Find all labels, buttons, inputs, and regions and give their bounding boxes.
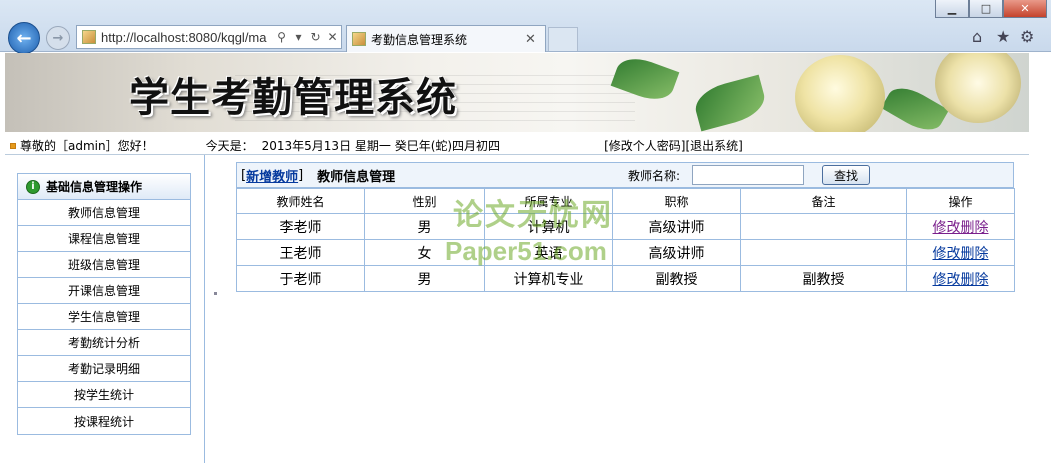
edit-link[interactable]: 修改 [933,220,961,236]
main-content: [ 新增教师 ] 教师信息管理 教师名称: 查找 教师姓名 性别 所属专业 职称… [236,162,1015,292]
arrow-left-icon: ← [16,27,32,49]
column-header: 教师姓名 [236,188,365,214]
bullet-icon [10,142,16,149]
sidebar-item-class-info[interactable]: 班级信息管理 [18,252,190,278]
table-row: 于老师 男 计算机专业 副教授 副教授 修改删除 [236,265,1015,292]
teacher-table: 教师姓名 性别 所属专业 职称 备注 操作 李老师 男 计算机 高级讲师 修改删… [236,188,1015,292]
banner: 学生考勤管理系统 [5,53,1029,132]
delete-link[interactable]: 删除 [961,246,989,262]
sidebar-item-course-offering[interactable]: 开课信息管理 [18,278,190,304]
gear-icon[interactable]: ⚙ [1020,27,1034,46]
search-icon[interactable]: ⚲ [273,30,290,44]
sidebar-header-label: 基础信息管理操作 [46,180,143,194]
toolbar: [ 新增教师 ] 教师信息管理 教师名称: 查找 [236,162,1014,188]
note-cell [740,213,907,240]
dropdown-icon[interactable]: ▾ [290,30,307,44]
search-button[interactable]: 查找 [822,165,870,185]
delete-link[interactable]: 删除 [961,220,989,236]
greeting-text: 尊敬的［admin］您好！ [20,139,154,153]
browser-tab[interactable]: 考勤信息管理系统 ✕ [346,25,546,52]
column-header: 操作 [906,188,1015,214]
major-cell: 计算机 [484,213,613,240]
date-text: 2013年5月13日 星期一 癸巳年(蛇)四月初四 [261,139,501,153]
browser-chrome: ▁ □ ✕ ← → http://localhost:8080/kqgl/ma … [0,0,1051,54]
column-header: 职称 [612,188,741,214]
sidebar-item-attendance-records[interactable]: 考勤记录明细 [18,356,190,382]
sidebar: i 基础信息管理操作 教师信息管理 课程信息管理 班级信息管理 开课信息管理 学… [5,155,205,463]
sidebar-menu: i 基础信息管理操作 教师信息管理 课程信息管理 班级信息管理 开课信息管理 学… [17,173,191,435]
change-password-link[interactable]: [修改个人密码] [604,137,685,154]
logout-link[interactable]: [退出系统] [685,137,742,154]
window-controls: ▁ □ ✕ [935,0,1047,18]
teacher-name-cell: 于老师 [236,265,365,292]
info-bar: 尊敬的［admin］您好！ 今天是： 2013年5月13日 星期一 癸巳年(蛇)… [5,137,1029,155]
add-teacher-link[interactable]: 新增教师 [246,166,298,185]
teacher-name-label: 教师名称: [627,168,680,183]
gender-cell: 男 [364,265,485,292]
major-cell: 英语 [484,239,613,266]
gender-cell: 女 [364,239,485,266]
address-url[interactable]: http://localhost:8080/kqgl/ma [101,30,273,45]
sidebar-item-attendance-stats[interactable]: 考勤统计分析 [18,330,190,356]
sidebar-item-by-student[interactable]: 按学生统计 [18,382,190,408]
forward-button[interactable]: → [46,26,70,50]
table-row: 李老师 男 计算机 高级讲师 修改删除 [236,213,1015,240]
address-bar[interactable]: http://localhost:8080/kqgl/ma ⚲ ▾ ↻ ✕ [76,25,342,49]
note-cell: 副教授 [740,265,907,292]
gender-cell: 男 [364,213,485,240]
column-header: 所属专业 [484,188,613,214]
actions-cell: 修改删除 [906,239,1015,266]
title-cell: 高级讲师 [612,213,741,240]
delete-link[interactable]: 删除 [961,272,989,288]
teacher-name-input[interactable] [692,165,804,185]
column-header: 性别 [364,188,485,214]
tab-title: 考勤信息管理系统 [371,32,468,47]
back-button[interactable]: ← [8,22,40,54]
title-cell: 副教授 [612,265,741,292]
minimize-button[interactable]: ▁ [935,0,969,18]
favicon-icon [82,30,96,44]
tab-close-icon[interactable]: ✕ [525,32,545,47]
actions-cell: 修改删除 [906,213,1015,240]
teacher-name-cell: 王老师 [236,239,365,266]
sidebar-item-student-info[interactable]: 学生信息管理 [18,304,190,330]
arrow-right-icon: → [52,30,64,46]
maximize-button[interactable]: □ [969,0,1003,18]
close-window-button[interactable]: ✕ [1003,0,1047,18]
bracket-close: ] [298,167,304,183]
teacher-name-cell: 李老师 [236,213,365,240]
note-cell [740,239,907,266]
sidebar-item-by-course[interactable]: 按课程统计 [18,408,190,434]
home-icon[interactable]: ⌂ [972,27,982,46]
refresh-icon[interactable]: ↻ [307,30,324,44]
rose-decoration [795,55,885,132]
new-tab-button[interactable] [548,27,578,51]
stop-icon[interactable]: ✕ [324,30,341,44]
date-label: 今天是： [205,139,254,153]
table-row: 王老师 女 英语 高级讲师 修改删除 [236,239,1015,266]
page-title: 教师信息管理 [317,169,396,185]
actions-cell: 修改删除 [906,265,1015,292]
edit-link[interactable]: 修改 [933,246,961,262]
rose-decoration [935,53,1021,123]
table-header-row: 教师姓名 性别 所属专业 职称 备注 操作 [236,188,1015,214]
info-icon: i [26,179,40,194]
major-cell: 计算机专业 [484,265,613,292]
edit-link[interactable]: 修改 [933,272,961,288]
stray-dot [214,292,217,295]
system-title: 学生考勤管理系统 [129,75,457,121]
favorites-star-icon[interactable]: ★ [996,27,1010,46]
tab-favicon-icon [352,32,366,46]
title-cell: 高级讲师 [612,239,741,266]
column-header: 备注 [740,188,907,214]
leaf-decoration [691,74,769,132]
sidebar-item-teacher-info[interactable]: 教师信息管理 [18,200,190,226]
sidebar-item-course-info[interactable]: 课程信息管理 [18,226,190,252]
sidebar-menu-header: i 基础信息管理操作 [18,174,190,200]
